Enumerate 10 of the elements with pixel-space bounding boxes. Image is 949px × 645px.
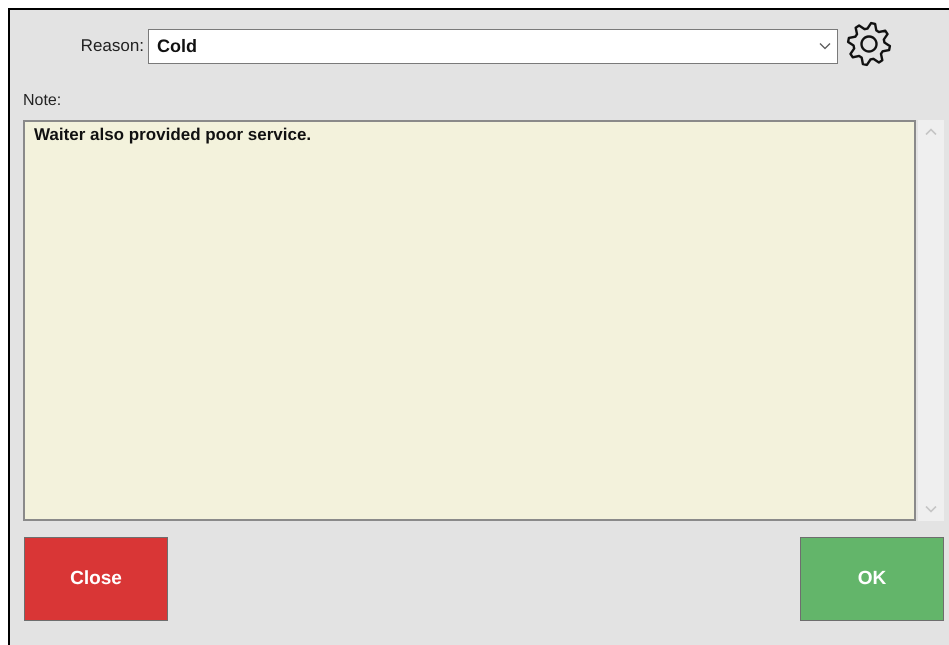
scroll-up-icon[interactable] — [925, 128, 937, 136]
scroll-down-icon[interactable] — [925, 505, 937, 513]
note-label: Note: — [23, 92, 62, 110]
scrollbar[interactable] — [918, 120, 944, 521]
close-button[interactable]: Close — [24, 537, 168, 621]
note-field[interactable]: Waiter also provided poor service. — [23, 120, 916, 521]
reason-label: Reason: — [80, 36, 145, 56]
settings-icon[interactable] — [844, 20, 894, 68]
chevron-down-icon — [819, 42, 831, 50]
reason-dropdown[interactable]: Cold — [148, 28, 838, 64]
